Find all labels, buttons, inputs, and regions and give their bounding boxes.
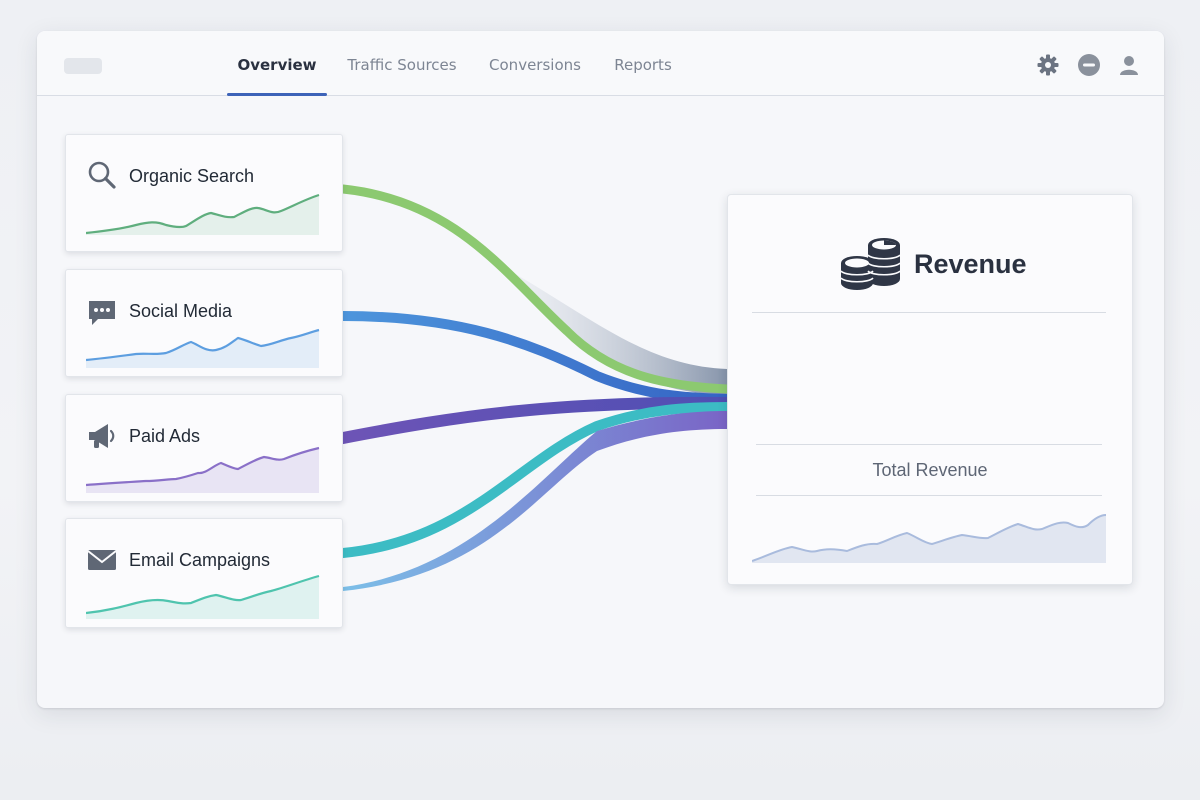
- sparkline-organic-search: [86, 193, 320, 235]
- app-logo[interactable]: [64, 58, 102, 74]
- sparkline-email-campaigns: [86, 574, 320, 619]
- revenue-title: Revenue: [914, 249, 1027, 279]
- source-card-organic-search[interactable]: Organic Search: [65, 134, 343, 252]
- source-label: Email Campaigns: [129, 550, 271, 570]
- sparkline-paid-ads: [86, 446, 320, 493]
- source-label: Organic Search: [129, 166, 255, 186]
- divider: [756, 495, 1102, 496]
- source-label: Paid Ads: [129, 426, 201, 446]
- coins-icon: [840, 238, 901, 290]
- total-revenue-label: Total Revenue: [872, 460, 988, 480]
- user-icon[interactable]: [1117, 53, 1141, 77]
- source-card-paid-ads[interactable]: Paid Ads: [65, 394, 343, 502]
- source-label: Social Media: [129, 301, 233, 321]
- source-card-email-campaigns[interactable]: Email Campaigns: [65, 518, 343, 628]
- source-card-social-media[interactable]: Social Media: [65, 269, 343, 377]
- gear-icon[interactable]: [1036, 53, 1060, 77]
- minus-circle-icon[interactable]: [1077, 53, 1101, 77]
- revenue-card[interactable]: Revenue Total Revenue: [727, 194, 1133, 585]
- tab-traffic-sources[interactable]: Traffic Sources: [344, 31, 460, 95]
- tab-overview[interactable]: Overview: [227, 31, 327, 96]
- sparkline-social-media: [86, 328, 320, 368]
- app-window: Overview Traffic Sources Conversions Rep…: [37, 31, 1164, 708]
- divider: [752, 312, 1106, 313]
- tab-reports[interactable]: Reports: [609, 31, 677, 95]
- flow-aggregate: [507, 269, 727, 395]
- flow-email-secondary: [343, 411, 727, 591]
- divider: [756, 444, 1102, 445]
- sparkline-revenue: [752, 514, 1106, 563]
- top-nav-bar: Overview Traffic Sources Conversions Rep…: [37, 31, 1164, 96]
- tab-conversions[interactable]: Conversions: [485, 31, 585, 95]
